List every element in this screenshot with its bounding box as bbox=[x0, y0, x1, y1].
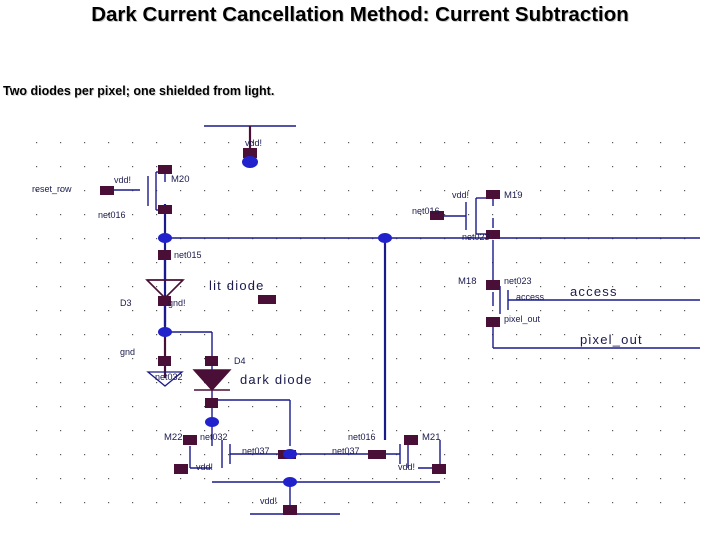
pin-m20-src bbox=[158, 165, 172, 174]
pin-net023-m18 bbox=[486, 280, 500, 290]
junction-vdd-top bbox=[242, 156, 258, 168]
label-net023-right: net023 bbox=[462, 232, 490, 242]
label-net037-right: net037 bbox=[332, 446, 360, 456]
label-pixel-out-port: pixel_out bbox=[580, 332, 643, 347]
pin-net037-right bbox=[368, 450, 386, 459]
label-M18: M18 bbox=[458, 276, 476, 287]
label-access-pin: access bbox=[516, 292, 545, 302]
pin-access bbox=[258, 295, 276, 304]
label-net016-top: net016 bbox=[98, 210, 126, 220]
label-vdd-m22: vdd! bbox=[196, 462, 213, 472]
label-access-port: access bbox=[570, 284, 618, 299]
label-M20: M20 bbox=[171, 174, 189, 185]
junction-vdd-bottom bbox=[283, 477, 297, 487]
label-gnd-left: gnd bbox=[120, 347, 135, 357]
label-net023-m18: net023 bbox=[504, 276, 532, 286]
label-M21: M21 bbox=[422, 432, 440, 443]
label-net015: net015 bbox=[174, 250, 202, 260]
label-net032-dark: net032 bbox=[155, 372, 183, 382]
label-vdd-m20: vdd! bbox=[114, 175, 131, 185]
label-M22: M22 bbox=[164, 432, 182, 443]
pin-m22-src bbox=[174, 464, 188, 474]
slide-title: Dark Current Cancellation Method: Curren… bbox=[91, 3, 629, 26]
label-net037-left: net037 bbox=[242, 446, 270, 456]
label-M19: M19 bbox=[504, 190, 522, 201]
junction-net016-rail bbox=[158, 233, 172, 243]
label-D3: D3 bbox=[120, 298, 132, 308]
pin-m22-drn bbox=[183, 435, 197, 445]
pin-m19-src bbox=[486, 190, 500, 199]
pin-net015 bbox=[158, 250, 171, 260]
junction-gnd-branch bbox=[158, 327, 172, 337]
label-dark-diode: dark diode bbox=[240, 372, 313, 387]
label-vdd-m21: vdd! bbox=[398, 462, 415, 472]
pin-d4-cath bbox=[205, 398, 218, 408]
label-vdd-top: vdd! bbox=[245, 138, 262, 148]
pin-reset-row bbox=[100, 186, 114, 195]
label-net016-m21: net016 bbox=[348, 432, 376, 442]
label-net032-m22: net032 bbox=[200, 432, 228, 442]
label-reset-row: reset_row bbox=[32, 184, 72, 194]
label-D4: D4 bbox=[234, 356, 246, 366]
label-pixel-out-pin: pixel_out bbox=[504, 314, 541, 324]
slide-body-text: Two diodes per pixel; one shielded from … bbox=[3, 84, 275, 98]
label-net016-right: net016 bbox=[412, 206, 440, 216]
pin-gnd-left bbox=[158, 356, 171, 366]
slide-canvas: Dark Current Cancellation Method: Curren… bbox=[0, 0, 720, 540]
label-vdd-m19: vdd! bbox=[452, 190, 469, 200]
junction-mirror-gate bbox=[283, 449, 297, 459]
schematic-image: vdd! reset_row vdd! M20 net016 net015 li… bbox=[0, 110, 720, 530]
pin-m21-drn bbox=[404, 435, 418, 445]
pin-d4-anode bbox=[205, 356, 218, 366]
label-vdd-bottom: vdd! bbox=[260, 496, 277, 506]
label-gnd-diode: gnd! bbox=[168, 298, 186, 308]
pin-m21-src bbox=[432, 464, 446, 474]
junction-dark-node bbox=[205, 417, 219, 427]
pin-m20-drn bbox=[158, 205, 172, 214]
label-lit-diode: lit diode bbox=[209, 278, 265, 293]
pin-pixel-out bbox=[486, 317, 500, 327]
schematic-svg: vdd! reset_row vdd! M20 net016 net015 li… bbox=[20, 120, 700, 520]
junction-center-rail bbox=[378, 233, 392, 243]
pin-vdd-bottom bbox=[283, 505, 297, 515]
